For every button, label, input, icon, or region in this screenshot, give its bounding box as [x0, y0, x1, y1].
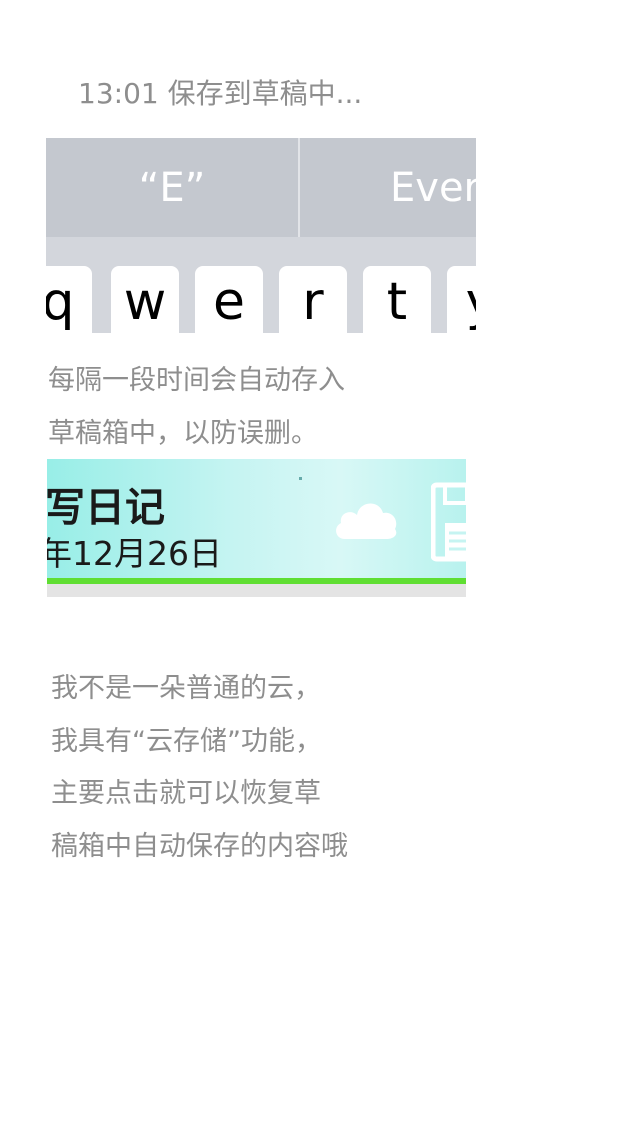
key-t[interactable]: t	[363, 266, 431, 333]
save-status-text: 13:01 保存到草稿中...	[78, 77, 363, 110]
description-line: 主要点击就可以恢复草	[51, 778, 321, 809]
keyboard-screenshot: “E” Ever q w e r t y	[46, 138, 476, 333]
key-w[interactable]: w	[111, 266, 179, 333]
diary-date: 年12月26日	[47, 534, 222, 573]
banner-shadow	[47, 584, 466, 597]
info-line: 草稿箱中，以防误删。	[48, 418, 318, 449]
suggestion-divider	[298, 138, 300, 237]
cloud-description: 我不是一朵普通的云， 我具有“云存储”功能， 主要点击就可以恢复草 稿箱中自动保…	[51, 663, 348, 873]
page: 13:01 保存到草稿中... “E” Ever q w e r t y 每隔一…	[0, 0, 640, 1136]
floppy-disk-icon[interactable]	[431, 481, 466, 565]
description-line: 我不是一朵普通的云，	[51, 673, 321, 704]
key-q[interactable]: q	[46, 266, 92, 333]
description-line: 稿箱中自动保存的内容哦	[51, 830, 348, 862]
key-e[interactable]: e	[195, 266, 263, 333]
diary-header-screenshot: 写日记 年12月26日	[47, 459, 466, 597]
diary-title: 写日记	[47, 485, 165, 531]
key-y[interactable]: y	[447, 266, 476, 333]
info-line: 每隔一段时间会自动存入	[48, 365, 345, 396]
autosave-info: 每隔一段时间会自动存入 草稿箱中，以防误删。	[48, 354, 345, 460]
cloud-icon[interactable]	[331, 493, 399, 545]
suggestion-item[interactable]: Ever	[390, 138, 476, 237]
banner-dot	[299, 477, 302, 480]
suggestion-item[interactable]: “E”	[46, 138, 298, 237]
suggestion-bar: “E” Ever	[46, 138, 476, 237]
description-line: 我具有“云存储”功能，	[51, 725, 322, 757]
key-r[interactable]: r	[279, 266, 347, 333]
